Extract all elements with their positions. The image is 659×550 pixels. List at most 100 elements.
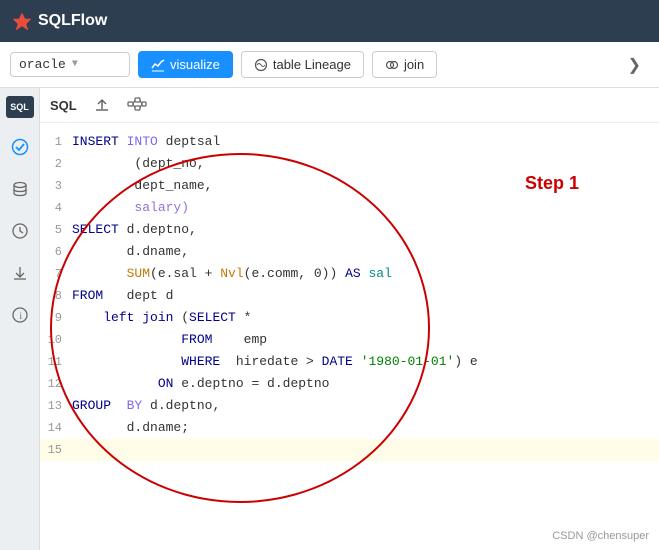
app-title: SQLFlow [38, 12, 107, 30]
line-number: 7 [40, 263, 72, 285]
code-line: 10 FROM emp [40, 329, 659, 351]
line-content: SELECT d.deptno, [72, 219, 659, 241]
sidebar: SQL [0, 88, 40, 550]
tab-upload[interactable] [93, 94, 111, 116]
visualize-label: visualize [170, 57, 220, 72]
table-lineage-button[interactable]: table Lineage [241, 51, 364, 78]
token-plain: dept_name, [72, 178, 212, 193]
token-fn: SUM [127, 266, 150, 281]
token-alias: sal [368, 266, 391, 281]
line-content: WHERE hiredate > DATE '1980-01-01') e [72, 351, 659, 373]
tab-sql-label: SQL [50, 98, 77, 113]
sidebar-icon-download[interactable] [7, 260, 33, 286]
sidebar-icon-database[interactable] [7, 176, 33, 202]
line-number: 15 [40, 439, 72, 461]
token-kw: FROM [72, 288, 103, 303]
sidebar-icon-history[interactable] [7, 218, 33, 244]
collapse-button[interactable]: ❯ [620, 51, 649, 79]
line-number: 9 [40, 307, 72, 329]
token-kw: INSERT [72, 134, 119, 149]
code-line: 8FROM dept d [40, 285, 659, 307]
token-plain [72, 354, 181, 369]
code-line: 12 ON e.deptno = d.deptno [40, 373, 659, 395]
svg-text:i: i [19, 311, 22, 321]
visualize-button[interactable]: visualize [138, 51, 233, 78]
token-plain: d.dname; [72, 420, 189, 435]
token-kw: SELECT [189, 310, 236, 325]
line-number: 3 [40, 175, 72, 197]
token-plain [72, 376, 158, 391]
line-number: 8 [40, 285, 72, 307]
topbar: SQLFlow [0, 0, 659, 42]
step-label: Step 1 [525, 173, 579, 194]
line-number: 5 [40, 219, 72, 241]
line-number: 11 [40, 351, 72, 373]
app-logo: SQLFlow [12, 11, 107, 31]
code-line: 1INSERT INTO deptsal [40, 131, 659, 153]
line-content: salary) [72, 197, 659, 219]
token-str: '1980-01-01' [361, 354, 455, 369]
database-icon [11, 180, 29, 198]
code-line: 14 d.dname; [40, 417, 659, 439]
tab-diagram[interactable] [127, 94, 147, 116]
token-plain: d.dname, [72, 244, 189, 259]
upload-icon [93, 96, 111, 114]
token-plain: d.deptno, [119, 222, 197, 237]
token-plain: emp [212, 332, 267, 347]
line-number: 1 [40, 131, 72, 153]
token-plain [72, 310, 103, 325]
line-content: SUM(e.sal + Nvl(e.comm, 0)) AS sal [72, 263, 659, 285]
token-plain: * [236, 310, 252, 325]
code-line: 2 (dept_no, [40, 153, 659, 175]
join-button[interactable]: join [372, 51, 437, 78]
token-plain: e.deptno = d.deptno [173, 376, 329, 391]
token-plain: dept d [103, 288, 173, 303]
line-content: left join (SELECT * [72, 307, 659, 329]
editor-tabs: SQL [40, 88, 659, 123]
visualize-icon [151, 58, 165, 72]
code-editor[interactable]: Step 1 1INSERT INTO deptsal2 (dept_no,3 … [40, 123, 659, 550]
token-kw2: BY [127, 398, 143, 413]
tab-sql[interactable]: SQL [50, 96, 77, 115]
editor-area: SQL Step [40, 88, 659, 550]
toolbar: oracle ▼ visualize table Lineage join ❯ [0, 42, 659, 88]
db-selector[interactable]: oracle ▼ [10, 52, 130, 77]
token-plain: (e.comm, 0)) [244, 266, 345, 281]
token-plain [72, 266, 127, 281]
line-content: (dept_no, [72, 153, 659, 175]
main-area: SQL [0, 88, 659, 550]
chevron-down-icon: ▼ [72, 59, 78, 70]
logo-icon [12, 11, 32, 31]
line-number: 13 [40, 395, 72, 417]
sidebar-icon-sql[interactable]: SQL [6, 96, 34, 118]
table-lineage-icon [254, 58, 268, 72]
token-plain: (e.sal + [150, 266, 220, 281]
join-label: join [404, 57, 424, 72]
token-kw: WHERE [181, 354, 220, 369]
token-kw: GROUP [72, 398, 111, 413]
download-icon [11, 264, 29, 282]
check-icon [11, 138, 29, 156]
line-number: 4 [40, 197, 72, 219]
token-kw2: INTO [127, 134, 158, 149]
token-kw: ON [158, 376, 174, 391]
token-kw: DATE [322, 354, 353, 369]
code-line: 7 SUM(e.sal + Nvl(e.comm, 0)) AS sal [40, 263, 659, 285]
line-number: 10 [40, 329, 72, 351]
line-content: d.dname, [72, 241, 659, 263]
code-line: 13GROUP BY d.deptno, [40, 395, 659, 417]
line-content: ON e.deptno = d.deptno [72, 373, 659, 395]
sidebar-icon-check[interactable] [7, 134, 33, 160]
line-number: 12 [40, 373, 72, 395]
token-plain [111, 398, 127, 413]
toolbar-right: ❯ [620, 51, 649, 79]
code-line: 4 salary) [40, 197, 659, 219]
line-content: d.dname; [72, 417, 659, 439]
token-plain: ) e [454, 354, 477, 369]
sidebar-icon-info[interactable]: i [7, 302, 33, 328]
line-content: FROM dept d [72, 285, 659, 307]
table-lineage-label: table Lineage [273, 57, 351, 72]
token-plain [353, 354, 361, 369]
token-plain: hiredate > [220, 354, 321, 369]
token-plain: ( [173, 310, 189, 325]
